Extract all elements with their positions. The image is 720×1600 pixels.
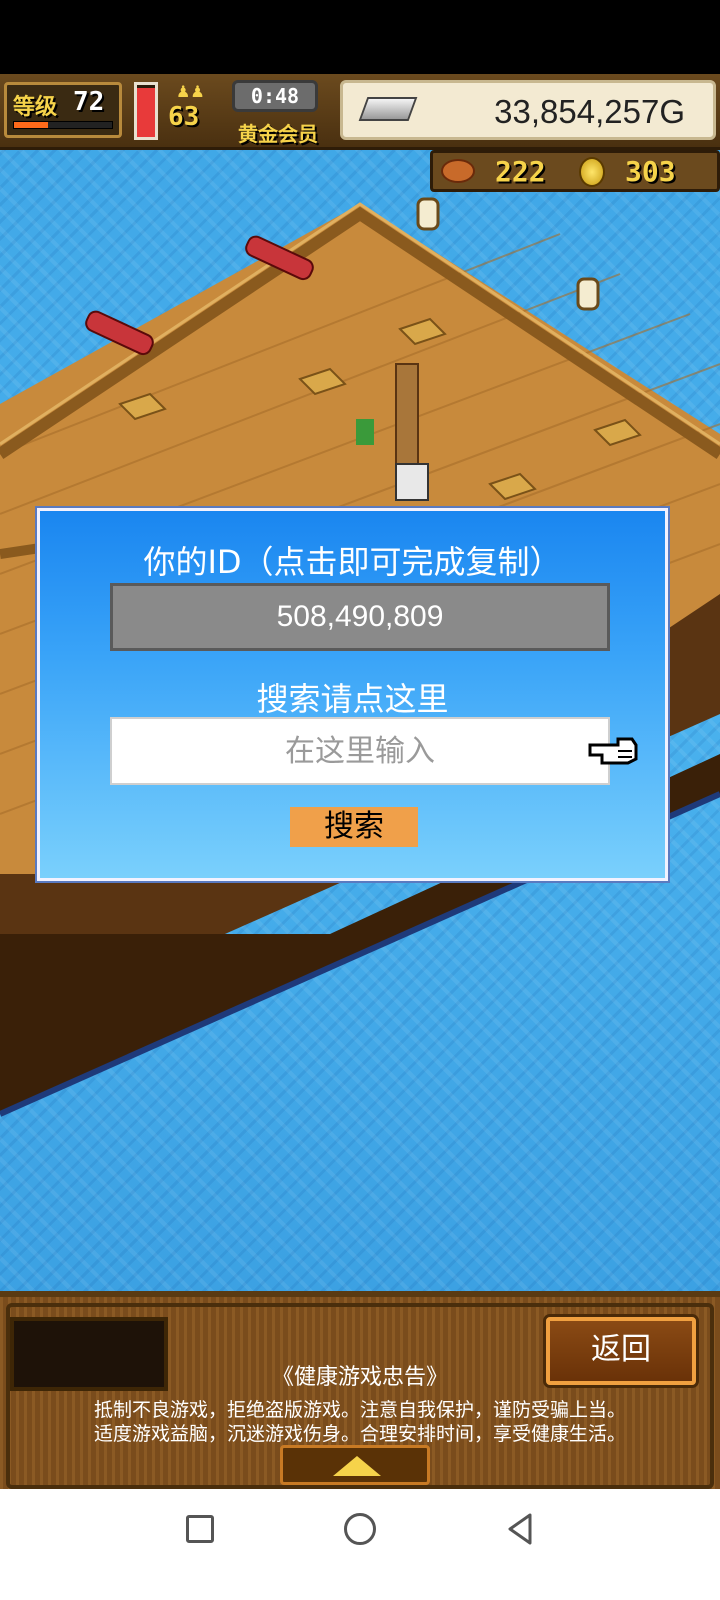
energy-fill <box>137 87 155 137</box>
gold-value: 33,854,257G <box>494 93 685 130</box>
level-label: 等级 <box>13 95 58 120</box>
level-badge[interactable]: 等级 72 <box>4 82 122 138</box>
notice-line-1: 抵制不良游戏，拒绝盗版游戏。注意自我保护，谨防受骗上当。 <box>93 1399 626 1421</box>
notice-line-2: 适度游戏益脑，沉迷游戏伤身。合理安排时间，享受健康生活。 <box>93 1423 626 1445</box>
member-label: 黄金会员 <box>238 122 318 146</box>
level-progress-fill <box>14 122 49 128</box>
level-value: 72 <box>73 87 105 117</box>
meat-icon <box>441 159 475 183</box>
home-icon[interactable] <box>344 1513 376 1545</box>
level-progress-bar <box>13 121 113 129</box>
search-button[interactable]: 搜索 <box>290 807 418 847</box>
hand-pointer-icon <box>588 737 638 765</box>
silver-ingot-icon <box>358 97 418 121</box>
crew-icon: ♟♟ <box>176 82 205 101</box>
crew-count: 63 <box>168 102 200 132</box>
gold-display[interactable]: 33,854,257G <box>340 80 716 140</box>
energy-bar <box>134 82 158 140</box>
timer: 0:48 <box>232 80 318 112</box>
gold-coin-icon <box>579 157 605 187</box>
back-icon[interactable] <box>502 1511 538 1547</box>
meat-value: 222 <box>495 155 546 188</box>
notice-title: 《健康游戏忠告》 <box>271 1365 448 1390</box>
id-value-field[interactable]: 508,490,809 <box>110 583 610 651</box>
expand-button[interactable] <box>280 1445 430 1485</box>
id-search-dialog: 你的ID（点击即可完成复制） 508,490,809 搜索请点这里 搜索 <box>35 506 670 883</box>
status-strip <box>0 0 720 74</box>
coin-value: 303 <box>625 155 676 188</box>
hud: 等级 72 ♟♟ 63 0:48 黄金会员 33,854,257G <box>0 74 720 150</box>
chevron-up-icon <box>333 1456 381 1476</box>
android-nav-bar <box>0 1489 720 1600</box>
search-prompt: 搜索请点这里 <box>256 680 449 718</box>
dialog-title[interactable]: 你的ID（点击即可完成复制） <box>40 537 665 583</box>
recents-icon[interactable] <box>186 1515 214 1543</box>
search-input[interactable] <box>110 717 610 785</box>
bottom-panel: 返回 《健康游戏忠告》 抵制不良游戏，拒绝盗版游戏。注意自我保护，谨防受骗上当。… <box>0 1291 720 1489</box>
currency-row[interactable]: 222 303 <box>430 150 720 192</box>
